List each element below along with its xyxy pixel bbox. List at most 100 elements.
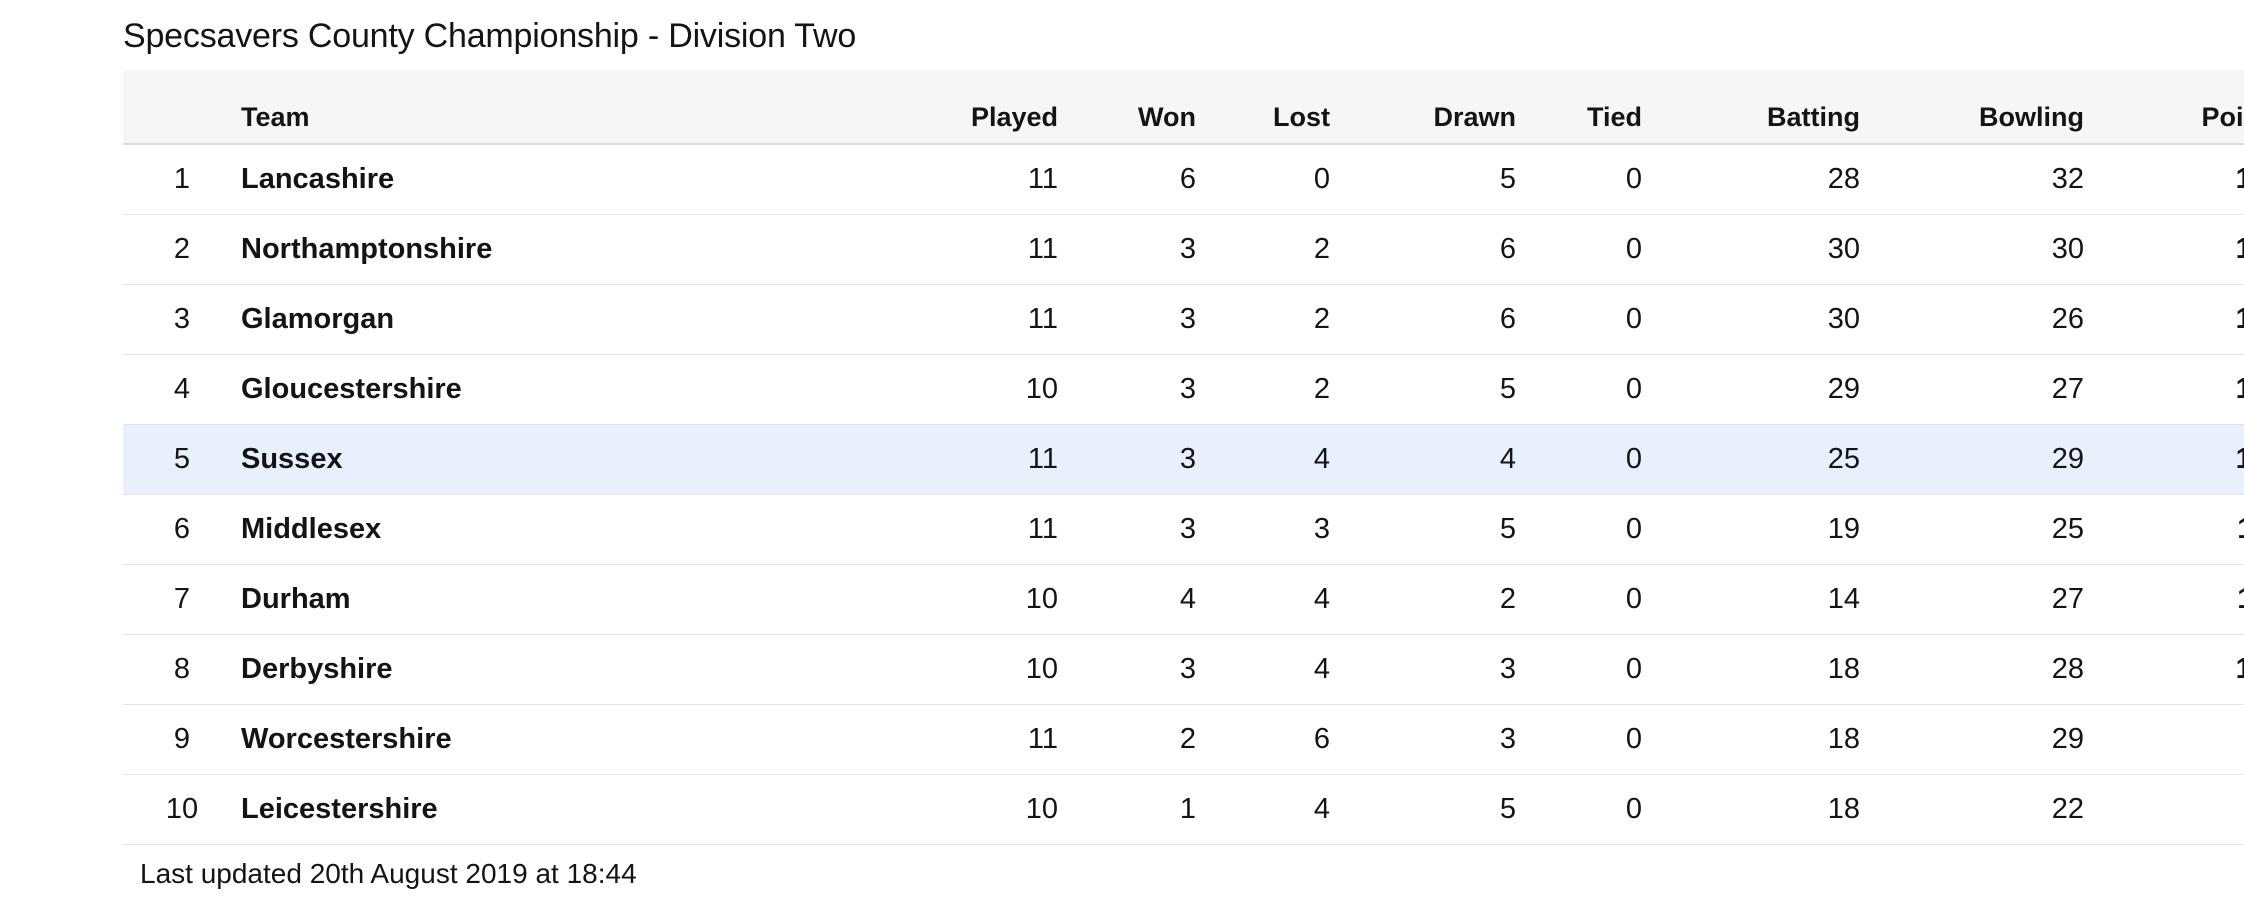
column-header-team: Team	[241, 70, 741, 145]
won-cell: 2	[1179, 722, 1196, 755]
tied-cell: 0	[1625, 512, 1642, 545]
standings-table: Team Played Won Lost Drawn Tied Batting …	[123, 70, 2244, 845]
standings-body: 1Lancashire11605028321812Northamptonshir…	[123, 144, 2244, 844]
position-cell: 1	[173, 162, 191, 195]
points-cell: 138	[2235, 232, 2244, 265]
last-updated-note: Last updated 20th August 2019 at 18:44	[140, 858, 637, 889]
column-header-batting: Batting	[1642, 70, 1860, 145]
lost-cell: 3	[1313, 512, 1330, 545]
won-cell: 3	[1179, 512, 1196, 545]
lost-cell: 4	[1313, 792, 1330, 825]
position-cell: 8	[173, 652, 191, 685]
played-cell: 11	[1027, 302, 1058, 335]
column-header-played: Played	[741, 70, 1058, 145]
points-cell: 122	[2235, 442, 2244, 475]
points-cell: 115	[2084, 564, 2244, 634]
bowling-cell: 27	[2051, 582, 2084, 615]
bowling-cell: 32	[2051, 162, 2084, 195]
drawn-cell: 6	[1499, 302, 1516, 335]
tied-cell: 0	[1625, 442, 1642, 475]
tied-cell: 0	[1625, 792, 1642, 825]
lost-cell: 2	[1313, 232, 1330, 265]
won-cell: 3	[1179, 302, 1196, 335]
position-cell: 3	[173, 302, 191, 335]
column-header-points: Points	[2084, 70, 2244, 145]
batting-cell: 18	[1827, 652, 1860, 685]
table-header-row: Team Played Won Lost Drawn Tied Batting …	[123, 70, 2244, 145]
drawn-cell: 3	[1499, 652, 1516, 685]
team-name-cell: Leicestershire	[241, 792, 438, 825]
position-cell: 4	[173, 372, 191, 405]
lost-cell: 4	[1313, 442, 1330, 475]
drawn-cell: 5	[1499, 792, 1516, 825]
played-cell: 11	[1027, 512, 1058, 545]
tied-cell: 0	[1625, 372, 1642, 405]
drawn-cell: 2	[1499, 582, 1516, 615]
played-cell: 11	[1027, 442, 1058, 475]
team-name-cell: Middlesex	[241, 512, 382, 545]
position-cell: 9	[173, 722, 191, 755]
drawn-cell: 5	[1499, 372, 1516, 405]
played-cell: 10	[1025, 792, 1058, 825]
drawn-cell: 5	[1499, 512, 1516, 545]
position-cell: 7	[173, 582, 191, 615]
points-cell: 117	[2084, 494, 2244, 564]
tied-cell: 0	[1625, 302, 1642, 335]
team-name-cell: Sussex	[241, 442, 343, 475]
played-cell: 10	[1025, 582, 1058, 615]
table-row: 4 Gloucestershire 10 3 2 5 0 29 27 129	[123, 354, 2244, 424]
bowling-cell: 29	[2051, 442, 2084, 475]
drawn-cell: 6	[1499, 232, 1516, 265]
column-header-bowling: Bowling	[1860, 70, 2084, 145]
table-row: 2 Northamptonshire 11 3 2 6 0 30 30 138	[123, 214, 2244, 284]
position-cell: 2	[173, 232, 191, 265]
lost-cell: 4	[1313, 652, 1330, 685]
batting-cell: 28	[1827, 162, 1860, 195]
team-name-cell: Durham	[241, 582, 351, 615]
tied-cell: 0	[1625, 162, 1642, 195]
column-header-tied: Tied	[1516, 70, 1642, 145]
table-row: 8 Derbyshire 10 3 4 3 0 18 28 109	[123, 634, 2244, 704]
lost-cell: 0	[1313, 162, 1330, 195]
drawn-cell: 5	[1499, 162, 1516, 195]
table-row: 6 Middlesex 11 3 3 5 0 19 25117	[123, 494, 2244, 564]
bowling-cell: 29	[2051, 722, 2084, 755]
points-cell: 181	[2235, 162, 2244, 195]
position-cell: 6	[173, 512, 191, 545]
team-name-cell: Lancashire	[241, 162, 395, 195]
won-cell: 4	[1179, 582, 1196, 615]
table-row: 1 Lancashire 11 6 0 5 0 28 32 181	[123, 144, 2244, 214]
won-cell: 3	[1179, 652, 1196, 685]
tied-cell: 0	[1625, 582, 1642, 615]
lost-cell: 2	[1313, 372, 1330, 405]
column-header-lost: Lost	[1196, 70, 1330, 145]
team-name-cell: Gloucestershire	[241, 372, 462, 405]
bowling-cell: 28	[2051, 652, 2084, 685]
points-cell: 129	[2235, 372, 2244, 405]
table-row: 9 Worcestershire 11 2 6 3 0 18 2994	[123, 704, 2244, 774]
drawn-cell: 4	[1499, 442, 1516, 475]
points-cell: 94	[2084, 704, 2244, 774]
table-row: 5 Sussex 11 3 4 4 0 25 29 122	[123, 424, 2244, 494]
won-cell: 1	[1179, 792, 1196, 825]
team-name-cell: Worcestershire	[241, 722, 452, 755]
table-row: 3Glamorgan1132603026133	[123, 284, 2244, 354]
batting-cell: 14	[1827, 582, 1860, 615]
lost-cell: 4	[1313, 582, 1330, 615]
points-cell: 81	[2084, 774, 2244, 844]
played-cell: 11	[1027, 162, 1058, 195]
won-cell: 6	[1179, 162, 1196, 195]
team-name-cell: Derbyshire	[241, 652, 393, 685]
played-cell: 11	[1027, 722, 1058, 755]
table-row: 7 Durham 10 4 4 2 0 14 27115	[123, 564, 2244, 634]
batting-cell: 18	[1827, 722, 1860, 755]
batting-cell: 19	[1827, 512, 1860, 545]
tied-cell: 0	[1625, 652, 1642, 685]
column-header-won: Won	[1058, 70, 1196, 145]
tied-cell: 0	[1625, 722, 1642, 755]
bowling-cell: 27	[2051, 372, 2084, 405]
points-cell: 133	[2235, 302, 2244, 335]
points-cell: 109	[2235, 652, 2244, 685]
batting-cell: 30	[1827, 302, 1860, 335]
lost-cell: 6	[1313, 722, 1330, 755]
